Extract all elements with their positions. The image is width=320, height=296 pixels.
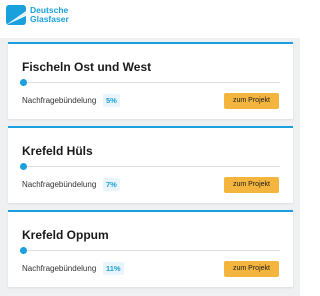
percent-badge: 11% bbox=[103, 262, 124, 275]
progress-indicator bbox=[20, 247, 27, 254]
deutsche-glasfaser-logo-icon bbox=[6, 5, 26, 25]
progress-indicator bbox=[20, 163, 27, 170]
progress-indicator bbox=[20, 79, 27, 86]
project-list: Fischeln Ost und West Nachfragebündelung… bbox=[0, 38, 300, 296]
progress-track bbox=[22, 250, 280, 251]
project-title: Krefeld Hüls bbox=[22, 144, 93, 158]
metric-label: Nachfragebündelung bbox=[22, 96, 97, 105]
percent-badge: 7% bbox=[103, 178, 120, 191]
project-card: Fischeln Ost und West Nachfragebündelung… bbox=[8, 42, 293, 119]
metric-label: Nachfragebündelung bbox=[22, 180, 97, 189]
project-card: Krefeld Oppum Nachfragebündelung 11% zum… bbox=[8, 210, 293, 287]
project-title: Krefeld Oppum bbox=[22, 228, 109, 242]
project-button[interactable]: zum Projekt bbox=[224, 261, 279, 277]
progress-track bbox=[22, 166, 280, 167]
progress-track bbox=[22, 82, 280, 83]
project-button[interactable]: zum Projekt bbox=[224, 177, 279, 193]
project-card: Krefeld Hüls Nachfragebündelung 7% zum P… bbox=[8, 126, 293, 203]
brand-logo[interactable]: Deutsche Glasfaser bbox=[6, 5, 69, 25]
project-button[interactable]: zum Projekt bbox=[224, 93, 279, 109]
percent-badge: 5% bbox=[103, 94, 120, 107]
brand-name: Deutsche Glasfaser bbox=[30, 6, 69, 24]
project-title: Fischeln Ost und West bbox=[22, 60, 152, 74]
metric-label: Nachfragebündelung bbox=[22, 264, 97, 273]
header: Deutsche Glasfaser bbox=[0, 0, 300, 38]
brand-name-line2: Glasfaser bbox=[30, 14, 69, 24]
